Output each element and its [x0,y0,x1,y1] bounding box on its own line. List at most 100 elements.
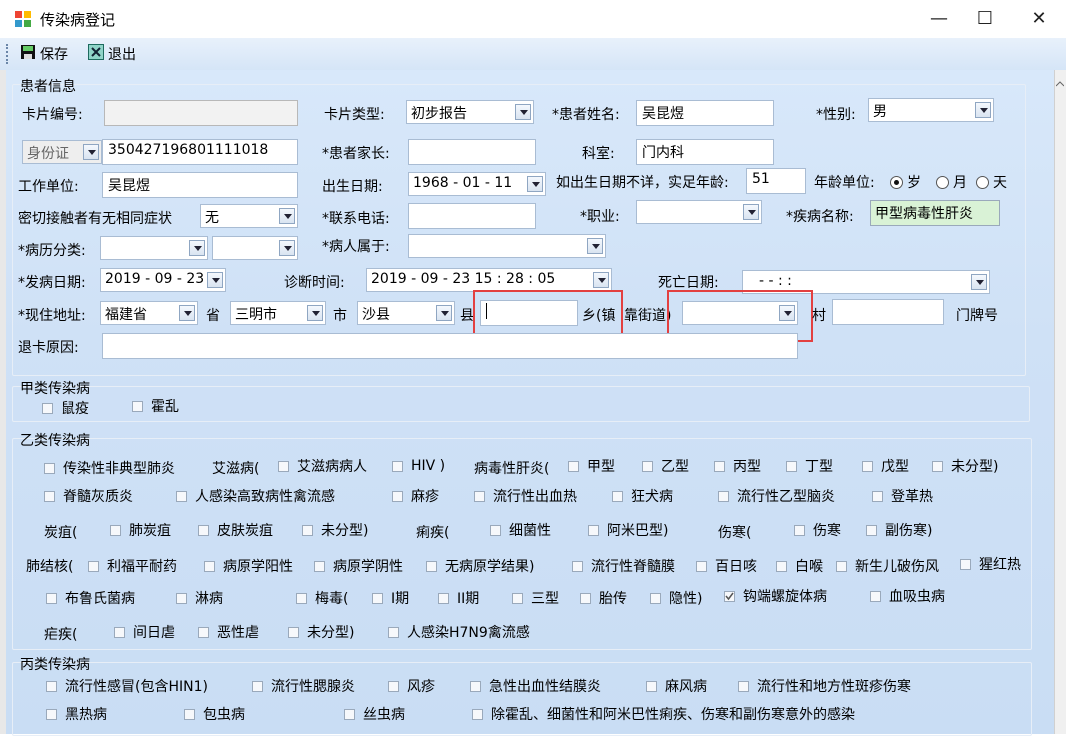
checkbox-icon[interactable] [132,400,143,412]
onset-date-picker[interactable]: 2019 - 09 - 23 [100,268,226,292]
checkbox-icon[interactable] [278,460,289,472]
leprosy-checkbox[interactable]: 麻风病 [646,676,707,696]
save-button[interactable]: 保存 [20,44,68,64]
checkbox-icon[interactable] [612,490,623,502]
diphtheria-checkbox[interactable]: 白喉 [776,556,823,576]
radio-icon[interactable] [976,175,989,189]
radio-selected-icon[interactable] [890,175,903,189]
chevron-down-icon[interactable] [207,272,223,288]
conjunctivitis-checkbox[interactable]: 急性出血性结膜炎 [470,676,601,696]
birth-date-picker[interactable]: 1968 - 01 - 11 [408,172,546,196]
return-reason-field[interactable] [102,333,798,359]
leptospirosis-checkbox[interactable]: 钩端螺旋体病 [724,586,827,606]
meningitis-checkbox[interactable]: 流行性脊髓膜 [572,556,675,576]
id-number-field[interactable]: 350427196801111018 [102,139,298,165]
no-pathogen-checkbox[interactable]: 无病原学结果) [426,556,534,576]
checkbox-icon[interactable] [198,524,209,536]
checkbox-icon[interactable] [42,402,53,414]
checkbox-icon[interactable] [836,560,847,572]
checkbox-icon[interactable] [866,524,877,536]
checkbox-icon[interactable] [438,592,449,604]
checkbox-icon[interactable] [344,708,355,720]
case-class-select-1[interactable] [100,236,208,260]
jbe-checkbox[interactable]: 流行性乙型脑炎 [718,486,835,506]
anthrax-untyped-checkbox[interactable]: 未分型) [302,520,368,540]
rif-checkbox[interactable]: 利福平耐药 [88,556,177,576]
checkbox-icon[interactable] [314,560,325,572]
parent-field[interactable] [408,139,536,165]
latent-checkbox[interactable]: 隐性) [650,588,702,608]
rubella-checkbox[interactable]: 风疹 [388,676,435,696]
hep-d-checkbox[interactable]: 丁型 [786,456,833,476]
cholera-checkbox[interactable]: 霍乱 [132,396,179,416]
paratyphoid-checkbox[interactable]: 副伤寒) [866,520,932,540]
aids-patient-checkbox[interactable]: 艾滋病病人 [278,456,367,476]
dept-field[interactable]: 门内科 [636,139,774,165]
rabies-checkbox[interactable]: 狂犬病 [612,486,673,506]
echinococcosis-checkbox[interactable]: 包虫病 [184,704,245,724]
malaria-untyped-checkbox[interactable]: 未分型) [288,622,354,642]
checkbox-icon[interactable] [46,592,57,604]
age-unit-year[interactable]: 岁 [890,172,921,192]
id-type-select[interactable]: 身份证 [22,140,102,164]
skin-anthrax-checkbox[interactable]: 皮肤炭疽 [198,520,273,540]
typhus-checkbox[interactable]: 流行性和地方性斑疹伤寒 [738,676,911,696]
card-type-select[interactable]: 初步报告 [406,100,534,124]
chevron-down-icon[interactable] [971,274,987,290]
checkbox-icon[interactable] [642,460,653,472]
chevron-down-icon[interactable] [279,208,295,224]
kala-azar-checkbox[interactable]: 黑热病 [46,704,107,724]
patient-name-field[interactable]: 吴昆煜 [636,100,774,126]
sex-select[interactable]: 男 [868,98,994,122]
vivax-checkbox[interactable]: 间日虐 [114,622,175,642]
work-unit-field[interactable]: 吴昆煜 [102,172,298,198]
job-select[interactable] [636,200,762,224]
lung-anthrax-checkbox[interactable]: 肺炭疽 [110,520,171,540]
checkbox-icon[interactable] [46,708,57,720]
chevron-down-icon[interactable] [515,104,531,120]
scarlet-fever-checkbox[interactable]: 猩红热 [960,554,1021,574]
amoeba-checkbox[interactable]: 阿米巴型) [588,520,668,540]
checkbox-icon[interactable] [372,592,383,604]
checkbox-icon[interactable] [572,560,583,572]
pathogen-negative-checkbox[interactable]: 病原学阴性 [314,556,403,576]
checkbox-icon[interactable] [252,680,263,692]
hep-e-checkbox[interactable]: 戊型 [862,456,909,476]
chevron-down-icon[interactable] [743,204,759,220]
bacterial-checkbox[interactable]: 细菌性 [490,520,551,540]
checkbox-icon[interactable] [490,524,501,536]
gonorrhea-checkbox[interactable]: 淋病 [176,588,223,608]
checkbox-icon[interactable] [204,560,215,572]
checkbox-icon[interactable] [392,460,403,472]
belong-select[interactable] [408,234,606,258]
checkbox-icon[interactable] [474,490,485,502]
checkbox-icon[interactable] [872,490,883,502]
checkbox-icon[interactable] [44,490,55,502]
age-unit-day[interactable]: 天 [976,172,1007,192]
syphilis-3-checkbox[interactable]: 三型 [512,588,559,608]
hiv-checkbox[interactable]: HIV ) [392,458,445,474]
influenza-checkbox[interactable]: 流行性感冒(包含HIN1) [46,676,208,696]
filariasis-checkbox[interactable]: 丝虫病 [344,704,405,724]
mumps-checkbox[interactable]: 流行性腮腺炎 [252,676,355,696]
minimize-button[interactable]: — [916,0,962,38]
maximize-button[interactable]: ☐ [962,0,1008,38]
card-no-field[interactable] [104,100,298,126]
chevron-down-icon[interactable] [279,240,295,256]
checkbox-icon[interactable] [44,462,55,474]
county-select[interactable]: 沙县 [357,301,455,325]
checkbox-icon[interactable] [426,560,437,572]
chevron-down-icon[interactable] [975,102,991,118]
chevron-down-icon[interactable] [587,238,603,254]
checkbox-icon[interactable] [580,592,591,604]
checkbox-icon[interactable] [470,680,481,692]
checkbox-icon[interactable] [696,560,707,572]
measles-checkbox[interactable]: 麻疹 [392,486,439,506]
close-button[interactable]: ✕ [1016,0,1062,38]
toolbar-grip[interactable] [6,44,11,64]
checkbox-icon[interactable] [288,626,299,638]
pathogen-positive-checkbox[interactable]: 病原学阳性 [204,556,293,576]
hep-c-checkbox[interactable]: 丙型 [714,456,761,476]
checkbox-icon[interactable] [176,592,187,604]
village-field[interactable] [832,299,944,325]
